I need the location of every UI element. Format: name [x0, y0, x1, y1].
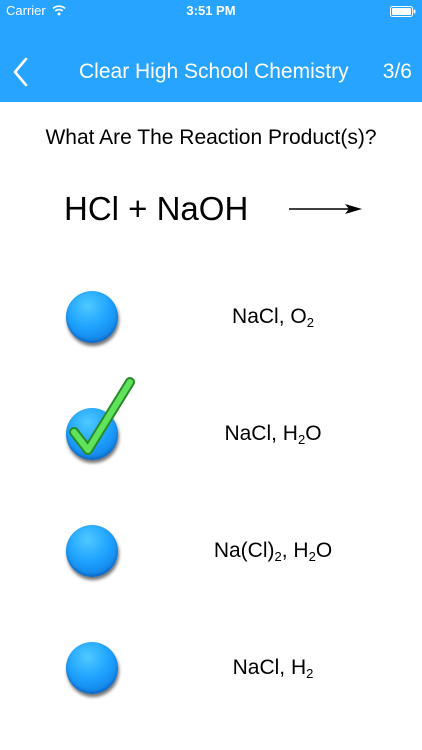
page-title: Clear High School Chemistry: [79, 60, 349, 83]
reaction-equation: HCl + NaOH: [64, 190, 249, 227]
label-text: Na(Cl): [213, 539, 275, 562]
back-button[interactable]: [10, 56, 32, 88]
answer-option-label: Na(Cl)2, H2O: [180, 511, 366, 591]
label-text: O: [305, 422, 322, 445]
subscript-text: 2: [306, 666, 314, 681]
subscript-text: 2: [274, 549, 282, 564]
status-time: 3:51 PM: [186, 3, 236, 18]
question-progress: 3/6: [382, 60, 412, 83]
subscript-text: 2: [308, 549, 316, 564]
label-text: NaCl, H: [232, 656, 307, 679]
navigation-bar: Clear High School Chemistry 3/6: [0, 50, 422, 94]
radio-button[interactable]: [66, 525, 118, 577]
label-text: O: [315, 539, 333, 562]
answer-option[interactable]: NaCl, O2: [0, 277, 422, 357]
answer-option[interactable]: NaCl, H2O: [0, 377, 422, 474]
battery-icon: [390, 6, 416, 17]
label-text: NaCl, H: [224, 422, 298, 445]
answer-option[interactable]: NaCl, H2: [0, 628, 422, 708]
chevron-left-icon: [13, 57, 28, 87]
answer-option-label: NaCl, O2: [180, 277, 366, 357]
checkmark-icon: [69, 377, 135, 455]
question-text: What Are The Reaction Product(s)?: [45, 126, 377, 149]
header-bar: Carrier 3:51 PM Clear High School Chemis…: [0, 0, 422, 102]
radio-button[interactable]: [66, 642, 118, 694]
answer-option[interactable]: Na(Cl)2, H2O: [0, 511, 422, 591]
answer-option-label: NaCl, H2: [180, 628, 366, 708]
reaction-arrow-icon: [289, 204, 362, 214]
status-bar: Carrier 3:51 PM: [0, 0, 422, 22]
subscript-text: 2: [306, 315, 314, 330]
radio-button[interactable]: [66, 291, 118, 343]
screen: Carrier 3:51 PM Clear High School Chemis…: [0, 0, 422, 750]
answer-option-label: NaCl, H2O: [180, 394, 366, 474]
label-text: , H: [281, 539, 309, 562]
label-text: NaCl, O: [232, 305, 307, 328]
